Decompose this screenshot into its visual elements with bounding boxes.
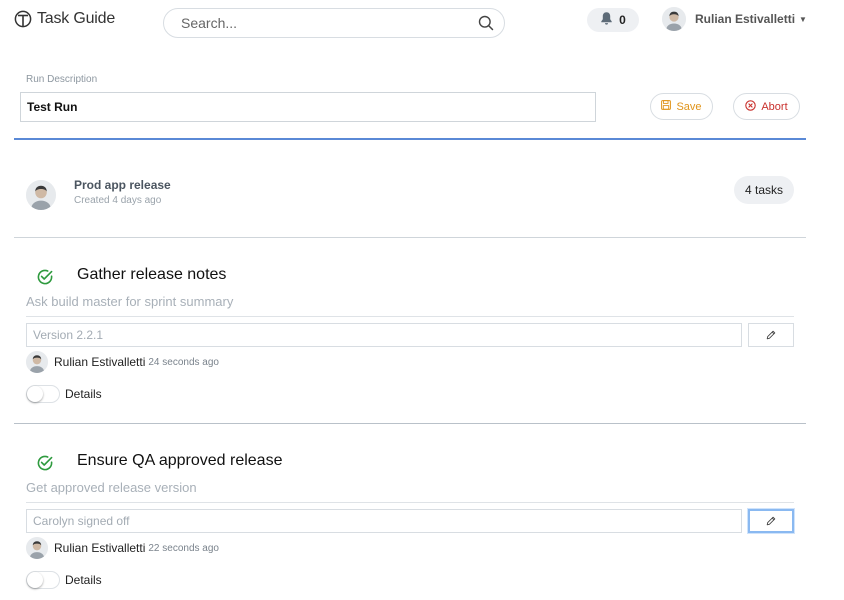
task-note-input[interactable] — [26, 509, 742, 533]
top-bar: Task Guide 0 Rulian Es — [0, 0, 844, 44]
pencil-icon — [766, 328, 776, 343]
task-completion-meta: Rulian Estivalletti 22 seconds ago — [26, 537, 219, 559]
user-menu[interactable]: Rulian Estivalletti ▼ — [662, 7, 807, 31]
save-label: Save — [676, 100, 702, 113]
toggle-knob — [27, 572, 43, 588]
circle-x-icon — [745, 99, 757, 114]
details-toggle[interactable] — [26, 571, 60, 589]
run-description-input[interactable] — [20, 92, 596, 122]
run-description-label: Run Description — [26, 74, 98, 85]
avatar — [26, 180, 56, 210]
avatar — [26, 537, 48, 559]
notifications-button[interactable]: 0 — [587, 8, 639, 32]
details-toggle-row: Details — [26, 571, 102, 589]
task-card: Ensure QA approved release Get approved … — [14, 424, 806, 600]
save-button[interactable]: Save — [650, 93, 713, 120]
abort-button[interactable]: Abort — [733, 93, 800, 120]
details-toggle-row: Details — [26, 385, 102, 403]
task-title: Ensure QA approved release — [77, 452, 283, 469]
avatar — [26, 351, 48, 373]
task-card: Gather release notes Ask build master fo… — [14, 238, 806, 424]
app-logo[interactable]: Task Guide — [14, 10, 115, 28]
edit-button[interactable] — [748, 323, 794, 347]
floppy-icon — [661, 100, 672, 113]
search-icon[interactable] — [478, 15, 494, 31]
task-note-input[interactable] — [26, 323, 742, 347]
checklist-header: Prod app release Created 4 days ago 4 ta… — [14, 162, 806, 238]
pencil-icon — [766, 514, 776, 529]
details-label: Details — [65, 573, 102, 587]
completed-time: 24 seconds ago — [148, 356, 219, 368]
search-input[interactable] — [181, 15, 478, 31]
divider — [26, 502, 794, 503]
details-label: Details — [65, 387, 102, 401]
task-title: Gather release notes — [77, 266, 227, 283]
search-bar — [163, 8, 505, 38]
run-description-panel: Run Description Save Abort — [14, 60, 806, 140]
task-description: Ask build master for sprint summary — [26, 294, 234, 309]
checklist-title[interactable]: Prod app release — [74, 178, 171, 192]
divider — [26, 316, 794, 317]
details-toggle[interactable] — [26, 385, 60, 403]
task-count-badge: 4 tasks — [734, 176, 794, 204]
completed-time: 22 seconds ago — [148, 542, 219, 554]
user-name: Rulian Estivalletti — [695, 12, 796, 26]
bell-icon — [600, 11, 613, 30]
app-name: Task Guide — [37, 10, 116, 27]
edit-button[interactable] — [748, 509, 794, 533]
chevron-down-icon: ▼ — [799, 14, 807, 24]
task-completion-meta: Rulian Estivalletti 24 seconds ago — [26, 351, 219, 373]
avatar — [662, 7, 686, 31]
task-guide-logo-icon — [14, 10, 32, 28]
toggle-knob — [27, 386, 43, 402]
circle-check-icon[interactable] — [36, 268, 54, 291]
task-description: Get approved release version — [26, 480, 197, 495]
completed-by-name: Rulian Estivalletti — [54, 355, 146, 369]
completed-by-name: Rulian Estivalletti — [54, 541, 146, 555]
circle-check-icon[interactable] — [36, 454, 54, 477]
notification-count: 0 — [619, 13, 626, 27]
checklist-created: Created 4 days ago — [74, 195, 162, 206]
abort-label: Abort — [761, 100, 788, 113]
